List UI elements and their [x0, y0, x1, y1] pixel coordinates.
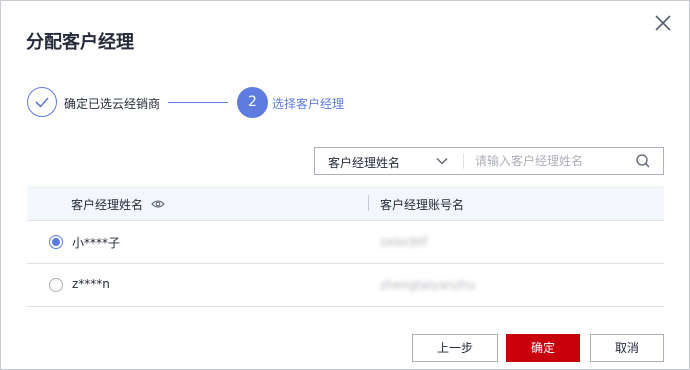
table-header: 客户经理姓名 客户经理账号名: [27, 186, 664, 221]
step-connector: [168, 102, 228, 103]
search-field-value: 客户经理姓名: [328, 156, 401, 170]
step-1-indicator: [27, 87, 57, 117]
row-radio-selected[interactable]: [49, 235, 63, 249]
search-icon[interactable]: [635, 153, 651, 169]
confirm-button[interactable]: 确定: [506, 334, 580, 362]
column-divider: [368, 195, 369, 211]
search-bar: 客户经理姓名: [314, 147, 664, 175]
manager-name: 小****子: [72, 236, 121, 250]
step-1-label: 确定已选云经销商: [64, 97, 161, 111]
search-divider: [463, 154, 464, 169]
previous-step-button[interactable]: 上一步: [412, 334, 498, 362]
chevron-down-icon: [436, 158, 448, 165]
close-icon[interactable]: [652, 12, 674, 34]
row-radio[interactable]: [49, 278, 63, 292]
manager-table: 客户经理姓名 客户经理账号名 小****子 zxlocbtf z****n zh…: [27, 186, 664, 307]
check-icon: [35, 97, 49, 108]
search-field-select[interactable]: 客户经理姓名: [315, 148, 462, 174]
dialog-title: 分配客户经理: [26, 32, 134, 53]
manager-name: z****n: [72, 277, 110, 291]
step-2-label: 选择客户经理: [272, 97, 345, 111]
column-header-account: 客户经理账号名: [380, 198, 465, 212]
step-2-indicator: 2: [237, 87, 268, 118]
manager-account: zhengtaiyanzhu: [380, 278, 476, 292]
eye-icon[interactable]: [151, 199, 165, 209]
table-row[interactable]: z****n zhengtaiyanzhu: [27, 264, 664, 307]
cancel-button[interactable]: 取消: [590, 334, 664, 362]
search-input[interactable]: [471, 151, 637, 171]
table-row[interactable]: 小****子 zxlocbtf: [27, 221, 664, 264]
assign-manager-dialog: 分配客户经理 确定已选云经销商 2 选择客户经理 客户经理姓名 客户经理姓名: [0, 0, 690, 370]
manager-account: zxlocbtf: [380, 235, 428, 249]
column-header-name: 客户经理姓名: [71, 198, 144, 212]
